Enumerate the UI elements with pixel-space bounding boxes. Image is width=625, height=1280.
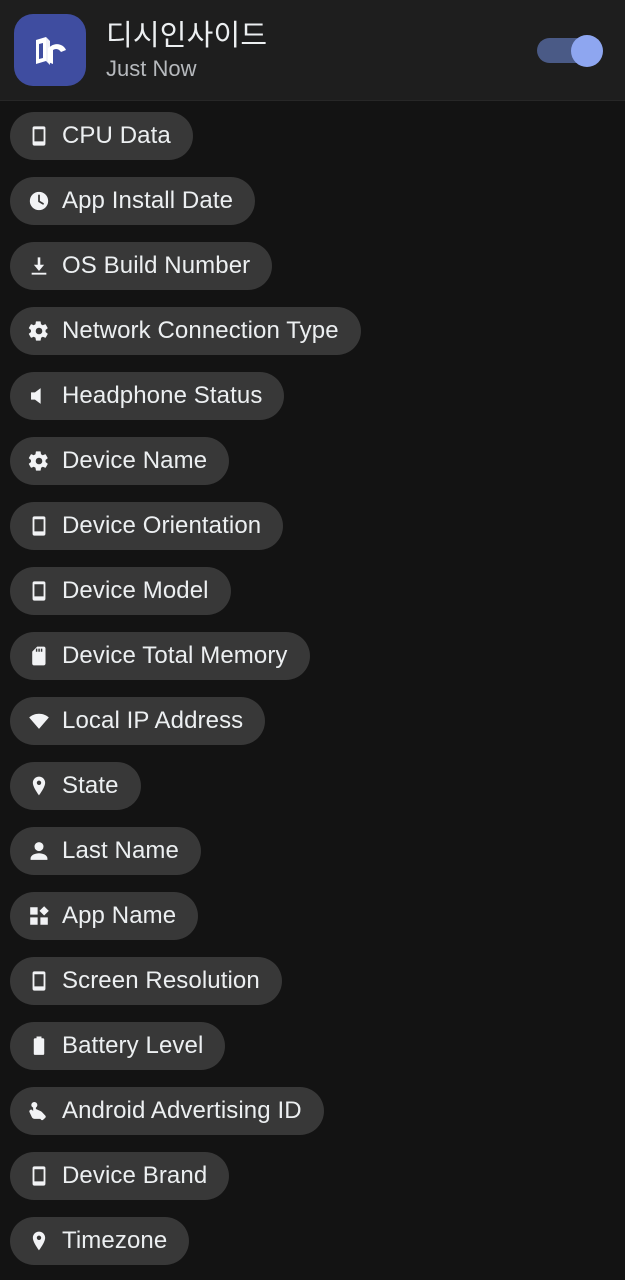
location-pin-icon <box>27 774 51 798</box>
chip-network-connection-type[interactable]: Network Connection Type <box>10 307 361 355</box>
chip-label: CPU Data <box>62 122 171 149</box>
chip-label: Last Name <box>62 837 179 864</box>
chip-os-build-number[interactable]: OS Build Number <box>10 242 273 290</box>
chip-label: Device Total Memory <box>62 642 288 669</box>
phone-icon <box>27 124 51 148</box>
chip-last-name[interactable]: Last Name <box>10 827 201 875</box>
apps-grid-icon <box>27 904 51 928</box>
phone-icon <box>27 1164 51 1188</box>
clock-icon <box>27 189 51 213</box>
wifi-icon <box>27 709 51 733</box>
chip-cpu-data[interactable]: CPU Data <box>10 112 193 160</box>
person-icon <box>27 839 51 863</box>
chip-device-brand[interactable]: Device Brand <box>10 1152 230 1200</box>
chip-label: App Install Date <box>62 187 234 214</box>
chip-device-name[interactable]: Device Name <box>10 437 230 485</box>
chip-screen-resolution[interactable]: Screen Resolution <box>10 957 282 1005</box>
phone-icon <box>27 514 51 538</box>
chip-label: Network Connection Type <box>62 317 339 344</box>
chip-label: Local IP Address <box>62 707 244 734</box>
chip-label: Device Brand <box>62 1162 208 1189</box>
speaker-icon <box>27 384 51 408</box>
chip-label: Timezone <box>62 1227 168 1254</box>
download-icon <box>27 254 51 278</box>
chip-label: Device Name <box>62 447 208 474</box>
gear-icon <box>27 449 51 473</box>
chip-device-model[interactable]: Device Model <box>10 567 231 615</box>
chip-label: OS Build Number <box>62 252 251 279</box>
dcinside-app-icon <box>14 14 86 86</box>
header-text-block: 디시인사이드 Just Now <box>106 18 537 83</box>
chip-state[interactable]: State <box>10 762 141 810</box>
touch-icon <box>27 1099 51 1123</box>
chip-label: Screen Resolution <box>62 967 260 994</box>
location-pin-icon <box>27 1229 51 1253</box>
chip-timezone[interactable]: Timezone <box>10 1217 190 1265</box>
notification-toggle[interactable] <box>537 35 603 67</box>
chip-label: Battery Level <box>62 1032 204 1059</box>
data-permission-chip-list: CPU Data App Install Date OS Build Number N… <box>0 101 625 1280</box>
chip-label: Device Orientation <box>62 512 262 539</box>
phone-icon <box>27 969 51 993</box>
chip-label: Headphone Status <box>62 382 263 409</box>
header-timestamp: Just Now <box>106 55 197 81</box>
chip-label: State <box>62 772 119 799</box>
chip-local-ip-address[interactable]: Local IP Address <box>10 697 266 745</box>
chip-label: App Name <box>62 902 177 929</box>
sdcard-icon <box>27 644 51 668</box>
chip-android-advertising-id[interactable]: Android Advertising ID <box>10 1087 324 1135</box>
phone-icon <box>27 579 51 603</box>
chip-device-total-memory[interactable]: Device Total Memory <box>10 632 310 680</box>
chip-device-orientation[interactable]: Device Orientation <box>10 502 284 550</box>
gear-icon <box>27 319 51 343</box>
chip-headphone-status[interactable]: Headphone Status <box>10 372 285 420</box>
toggle-thumb <box>571 35 603 67</box>
chip-label: Android Advertising ID <box>62 1097 302 1124</box>
page-title: 디시인사이드 <box>106 19 268 52</box>
battery-icon <box>27 1034 51 1058</box>
chip-battery-level[interactable]: Battery Level <box>10 1022 226 1070</box>
chip-app-name[interactable]: App Name <box>10 892 199 940</box>
app-header: 디시인사이드 Just Now <box>0 0 625 101</box>
permission-chips-screen: 디시인사이드 Just Now CPU Data App Install Date… <box>0 0 625 1280</box>
chip-label: Device Model <box>62 577 209 604</box>
chip-app-install-date[interactable]: App Install Date <box>10 177 256 225</box>
